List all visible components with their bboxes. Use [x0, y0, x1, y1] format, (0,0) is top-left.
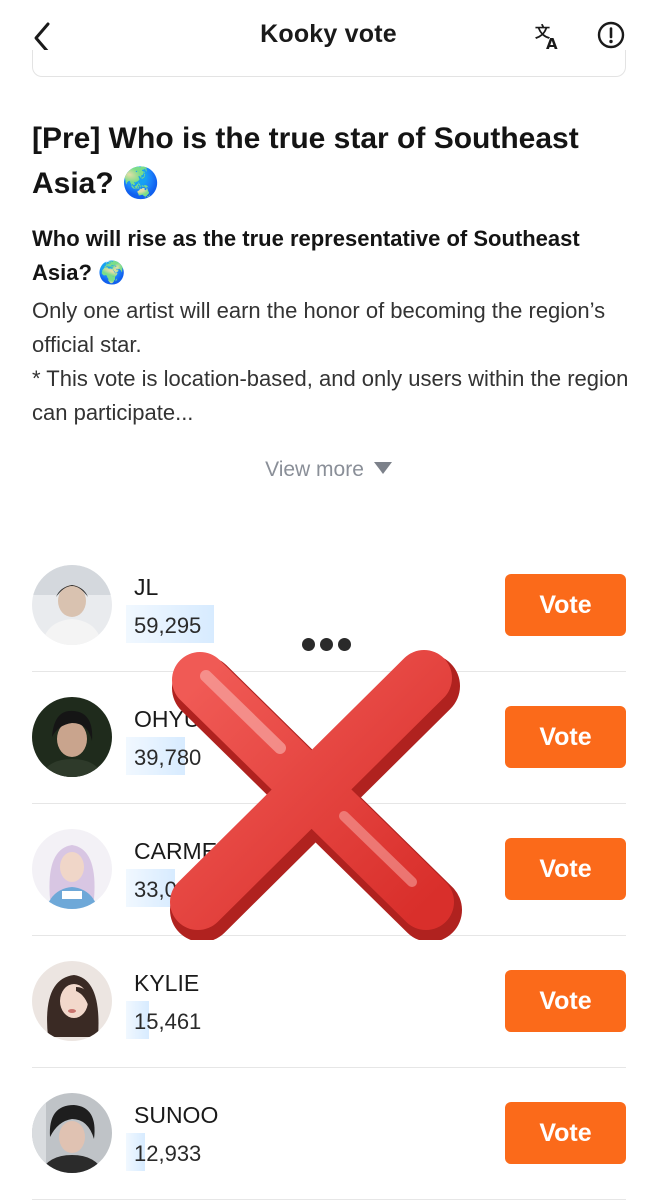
vote-count: 33,0	[134, 877, 177, 902]
vote-count: 39,780	[134, 745, 202, 770]
ranking-row: SUNOO 12,933 Vote	[0, 1068, 657, 1200]
description-heading: Who will rise as the true representative…	[32, 226, 580, 285]
vote-button[interactable]: Vote	[505, 1102, 626, 1164]
vote-button[interactable]: Vote	[505, 838, 626, 900]
view-more-button[interactable]: View more	[0, 458, 657, 482]
avatar	[32, 961, 112, 1041]
ranking-row: JL 59,295 Vote	[0, 540, 657, 672]
artist-name: CARME	[134, 838, 218, 864]
vote-button[interactable]: Vote	[505, 574, 626, 636]
description-line: Only one artist will earn the honor of b…	[32, 298, 606, 357]
vote-count: 15,461	[134, 1009, 202, 1034]
avatar	[32, 565, 112, 645]
vote-count: 59,295	[134, 613, 202, 638]
avatar	[32, 697, 112, 777]
avatar	[32, 829, 112, 909]
vote-title: [Pre] Who is the true star of Southeast …	[32, 122, 579, 200]
avatar	[32, 1093, 112, 1173]
artist-name: SUNOO	[134, 1102, 219, 1128]
ranking-row: OHYU 39,780 Vote	[0, 672, 657, 804]
report-button[interactable]	[596, 20, 626, 50]
banner-card-edge	[32, 50, 626, 77]
description-body: Only one artist will earn the honor of b…	[32, 294, 632, 430]
top-bar: Kooky vote 文 A	[0, 0, 657, 77]
more-dots-icon	[302, 638, 358, 652]
description-line: * This vote is location-based, and only …	[32, 366, 629, 425]
artist-name: KYLIE	[134, 970, 200, 996]
info-circle-icon	[597, 21, 625, 49]
vote-button[interactable]: Vote	[505, 706, 626, 768]
ranking-row: KYLIE 15,461 Vote	[0, 936, 657, 1068]
vote-button[interactable]: Vote	[505, 970, 626, 1032]
ranking-row: CARME 33,0 Vote	[0, 804, 657, 936]
artist-name: JL	[134, 574, 159, 600]
translate-icon: 文 A	[535, 23, 558, 53]
caret-down-icon	[373, 462, 392, 474]
vote-count: 12,933	[134, 1141, 202, 1166]
artist-name: OHYU	[134, 706, 201, 732]
view-more-label: View more	[265, 458, 364, 481]
translate-button[interactable]: 文 A	[534, 22, 564, 53]
